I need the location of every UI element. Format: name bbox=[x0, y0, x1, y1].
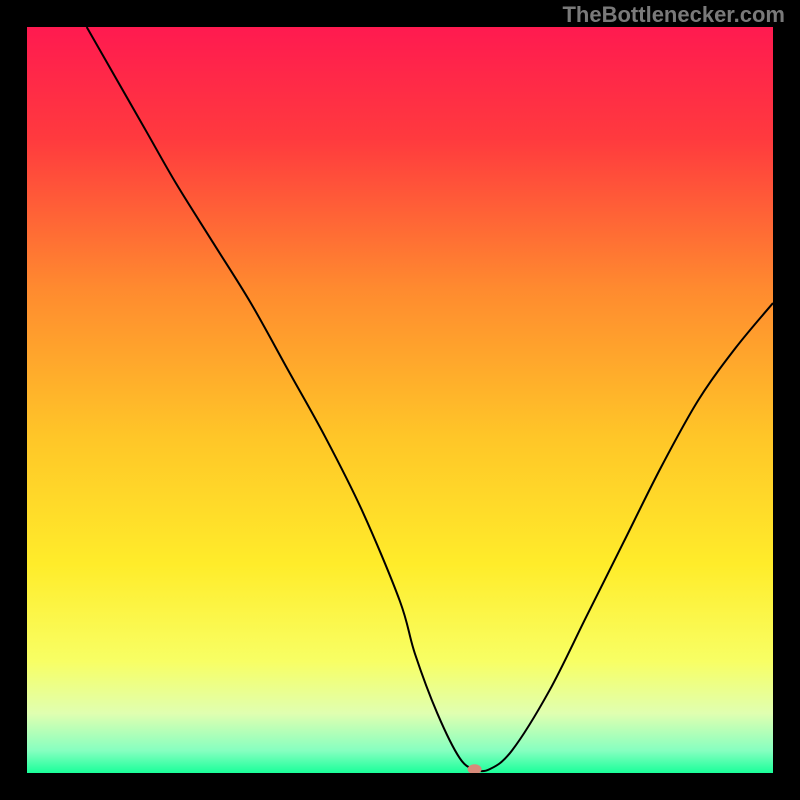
chart-plot-area bbox=[27, 27, 773, 773]
chart-svg bbox=[27, 27, 773, 773]
chart-background bbox=[27, 27, 773, 773]
watermark-text: TheBottlenecker.com bbox=[562, 2, 785, 28]
